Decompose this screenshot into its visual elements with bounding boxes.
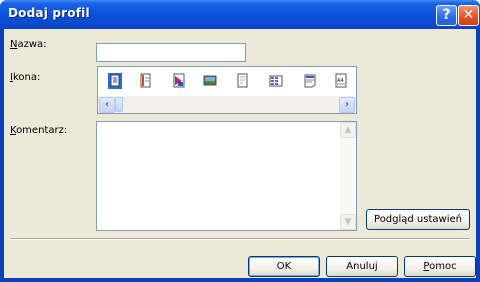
scroll-up-button[interactable]: ▲: [340, 122, 356, 138]
scroll-thumb[interactable]: [115, 97, 123, 112]
chevron-down-icon: ▼: [344, 217, 352, 227]
preview-settings-button[interactable]: Podgląd ustawień: [366, 209, 470, 230]
photo-print-icon[interactable]: [172, 73, 186, 89]
chevron-up-icon: ▲: [344, 125, 352, 135]
help-title-button[interactable]: ?: [436, 5, 457, 26]
icon-label: Ikona:: [10, 72, 41, 83]
document-icon[interactable]: [108, 73, 122, 89]
comment-textarea[interactable]: ▲ ▼: [96, 121, 357, 231]
name-input[interactable]: [96, 43, 246, 62]
scroll-right-button[interactable]: ›: [339, 97, 355, 113]
title-bar[interactable]: Dodaj profil ? ✕: [0, 0, 480, 29]
separator: [10, 238, 470, 240]
cancel-button[interactable]: Anuluj: [326, 256, 398, 277]
chevron-left-icon: ‹: [104, 99, 110, 110]
ok-button[interactable]: OK: [248, 256, 320, 277]
svg-text:A4: A4: [337, 78, 344, 84]
chevron-right-icon: ›: [344, 99, 350, 110]
dialog-body: Nazwa: Ikona: A4 ‹ › Komentarz: ▲ ▼ Podg…: [4, 29, 476, 278]
a4-page-icon[interactable]: A4: [334, 73, 348, 89]
page-icon[interactable]: [139, 73, 153, 89]
help-button[interactable]: Pomoc: [404, 256, 476, 277]
close-button[interactable]: ✕: [458, 5, 479, 26]
text-page-icon[interactable]: [303, 73, 317, 89]
icon-list[interactable]: A4 ‹ ›: [97, 66, 357, 114]
image-icon[interactable]: [203, 73, 217, 89]
scroll-down-button[interactable]: ▼: [340, 214, 356, 230]
dialog-title: Dodaj profil: [8, 6, 90, 20]
grid-layout-icon[interactable]: [269, 73, 283, 89]
comment-scrollbar[interactable]: ▲ ▼: [340, 122, 356, 230]
comment-label: Komentarz:: [10, 125, 68, 136]
dialog-window: Dodaj profil ? ✕ Nazwa: Ikona: A4 ‹ › Ko…: [0, 0, 480, 282]
name-label: Nazwa:: [10, 39, 47, 50]
question-icon: ?: [442, 7, 451, 23]
icon-list-scrollbar[interactable]: ‹ ›: [98, 96, 356, 113]
scroll-left-button[interactable]: ‹: [99, 97, 115, 113]
close-icon: ✕: [462, 7, 475, 23]
blank-page-icon[interactable]: [236, 73, 250, 89]
